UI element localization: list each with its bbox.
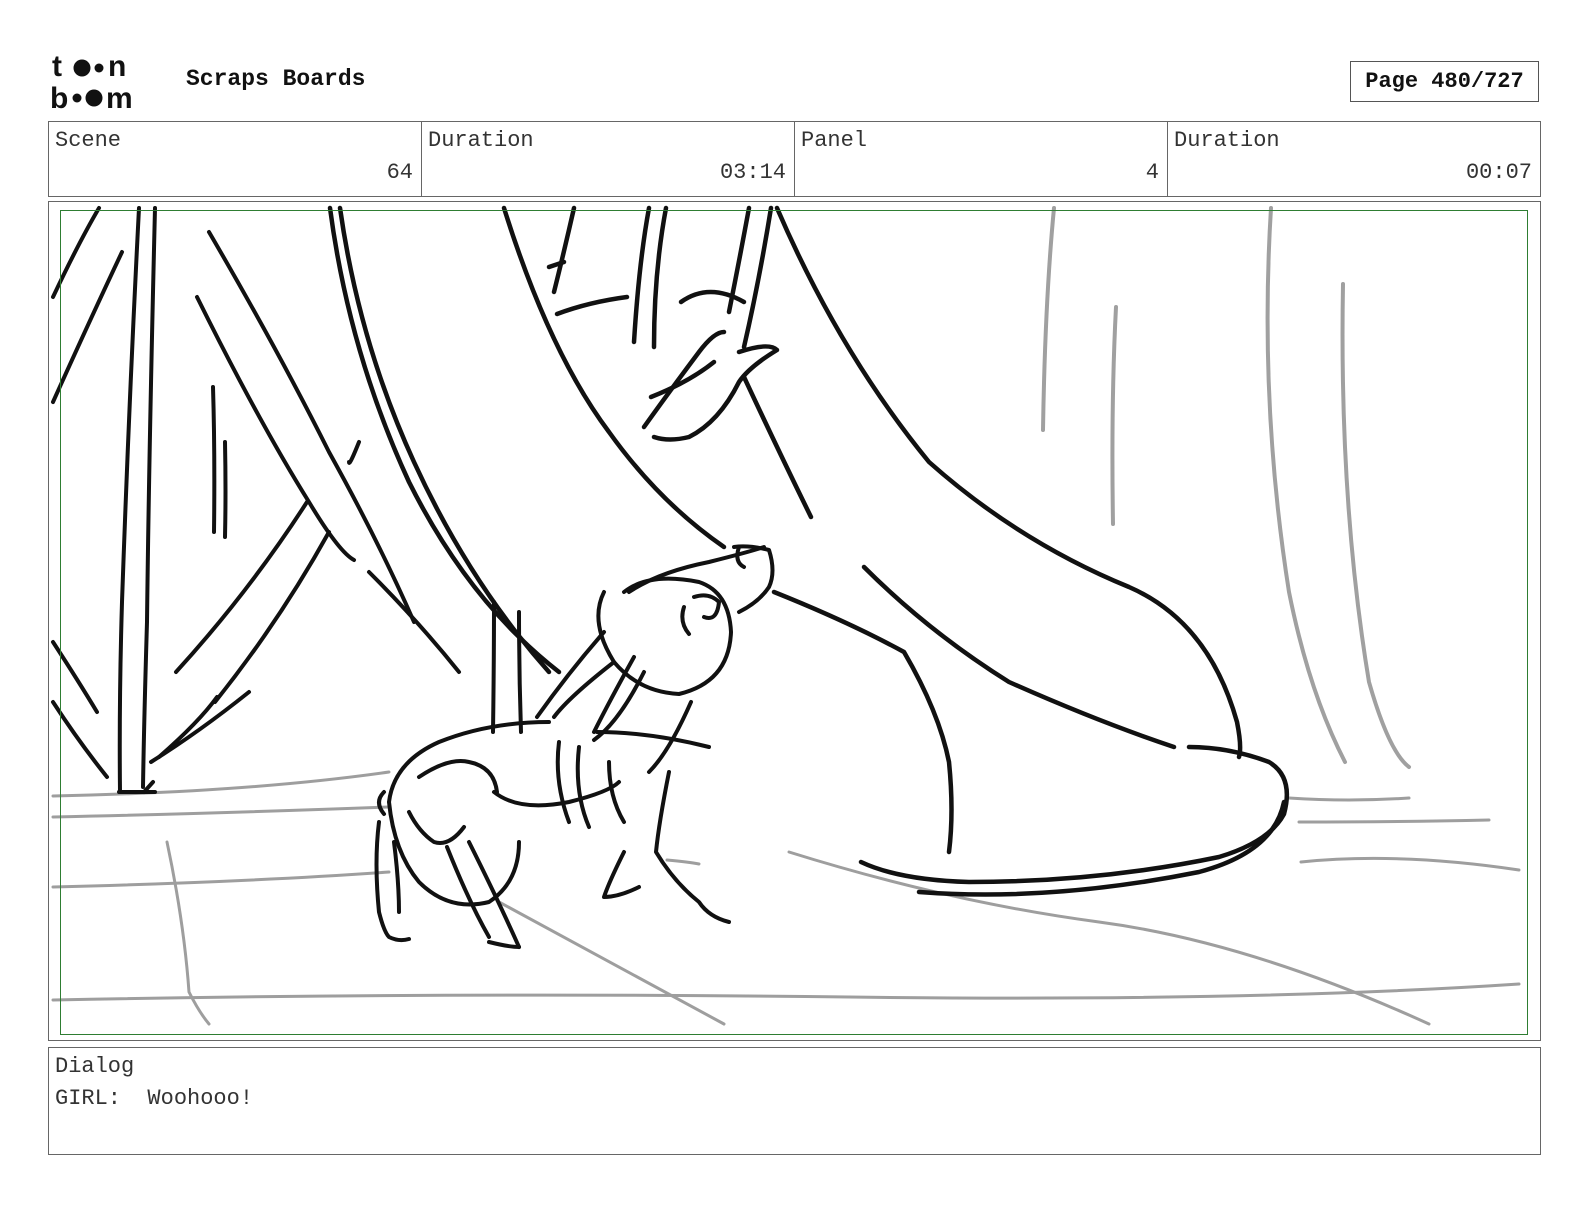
toon-boom-logo: t n b m (50, 50, 165, 112)
panel-duration-cell: Duration 00:07 (1168, 122, 1540, 196)
panel-value: 4 (1145, 160, 1159, 185)
dialog-speaker: GIRL: (55, 1086, 122, 1111)
panel-info-row: Scene 64 Duration 03:14 Panel 4 Duration… (48, 121, 1541, 197)
svg-text:m: m (106, 82, 133, 112)
storyboard-panel (48, 201, 1541, 1041)
scene-cell: Scene 64 (49, 122, 422, 196)
dialog-label: Dialog (55, 1054, 135, 1079)
scene-duration-value: 03:14 (719, 160, 786, 185)
page-counter: Page 480/727 (1350, 61, 1539, 102)
dialog-line: GIRL: Woohooo! (55, 1086, 253, 1111)
panel-label: Panel (801, 128, 868, 153)
board-title: Scraps Boards (186, 66, 366, 92)
dialog-box: Dialog GIRL: Woohooo! (48, 1047, 1541, 1155)
toon-boom-logo-mark: t n b m (50, 50, 133, 112)
scene-duration-cell: Duration 03:14 (422, 122, 795, 196)
svg-text:b: b (50, 82, 68, 112)
safe-area-frame (60, 210, 1528, 1035)
page-counter-label: Page 480/727 (1365, 69, 1524, 94)
scene-label: Scene (55, 128, 122, 153)
dialog-text: Woohooo! (147, 1086, 254, 1111)
scene-value: 64 (386, 160, 413, 185)
panel-cell: Panel 4 (795, 122, 1168, 196)
svg-text:t: t (52, 50, 62, 83)
panel-duration-value: 00:07 (1465, 160, 1532, 185)
svg-text:n: n (108, 50, 126, 83)
panel-duration-label: Duration (1174, 128, 1280, 153)
scene-duration-label: Duration (428, 128, 534, 153)
